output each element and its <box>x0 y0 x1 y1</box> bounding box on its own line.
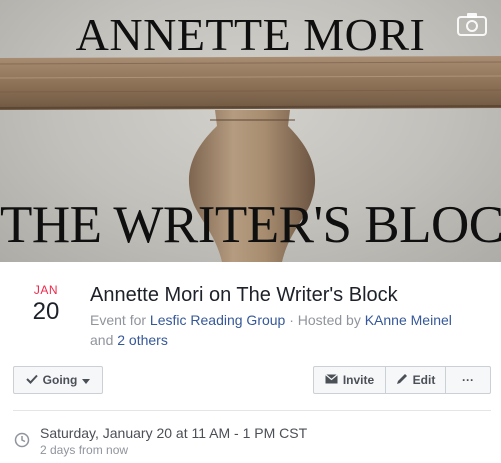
going-label: Going <box>42 373 78 387</box>
event-actions-group: Invite Edit ··· <box>313 366 491 394</box>
host-link[interactable]: KAnne Meinel <box>365 312 452 328</box>
checkmark-icon <box>25 373 38 387</box>
cover-title-top: ANNETTE MORI <box>75 9 426 60</box>
event-day: 20 <box>32 298 60 325</box>
cover-title-bottom: THE WRITER'S BLOCK <box>0 196 501 254</box>
going-button[interactable]: Going <box>13 366 103 394</box>
more-options-button[interactable]: ··· <box>446 367 490 393</box>
event-time[interactable]: Saturday, January 20 at 11 AM - 1 PM CST <box>40 425 307 441</box>
invite-button[interactable]: Invite <box>314 367 386 393</box>
invite-label: Invite <box>342 373 375 387</box>
camera-icon[interactable] <box>457 12 487 36</box>
divider <box>13 410 491 411</box>
meta-and: and <box>90 332 118 348</box>
event-meta: Event for Lesfic Reading Group · Hosted … <box>90 310 470 350</box>
event-time-relative: 2 days from now <box>40 443 129 457</box>
cover-photo[interactable]: ANNETTE MORI THE WRITER'S BLOCK <box>0 0 501 262</box>
clock-icon <box>14 432 30 448</box>
group-link[interactable]: Lesfic Reading Group <box>150 312 285 328</box>
meta-prefix: Event for <box>90 312 150 328</box>
edit-label: Edit <box>412 373 436 387</box>
event-month: JAN <box>33 283 59 297</box>
pencil-icon <box>396 373 408 388</box>
envelope-icon <box>324 373 338 387</box>
event-title: Annette Mori on The Writer's Block <box>90 284 398 306</box>
more-label: ··· <box>462 373 474 387</box>
others-link[interactable]: 2 others <box>117 332 168 348</box>
event-date: JAN 20 <box>20 283 72 326</box>
edit-button[interactable]: Edit <box>386 367 446 393</box>
chevron-down-icon <box>82 373 91 387</box>
meta-hosted: · Hosted by <box>285 312 365 328</box>
